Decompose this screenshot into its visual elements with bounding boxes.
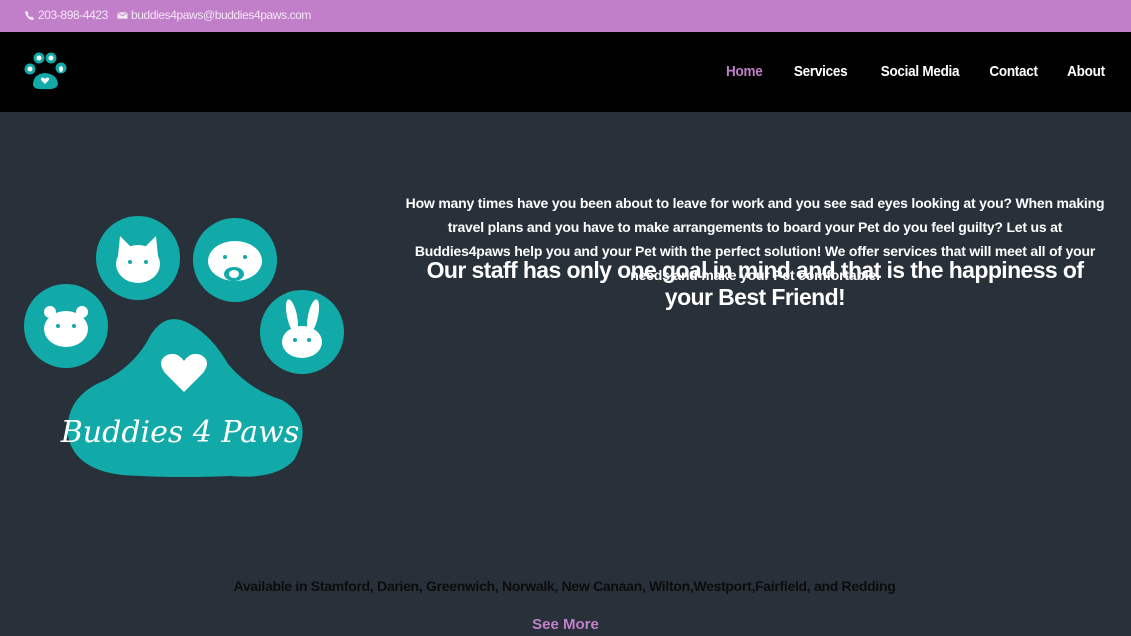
nav-about[interactable]: About <box>1067 63 1105 80</box>
main-navigation: Home Services Social Media Contact About <box>0 32 1131 112</box>
envelope-icon <box>117 11 128 19</box>
goal-heading: Our staff has only one goal in mind and … <box>426 257 1084 310</box>
nav-social-media[interactable]: Social Media <box>881 63 960 80</box>
nav-services[interactable]: Services <box>794 63 848 80</box>
phone-number: 203-898-4423 <box>38 8 108 22</box>
email-contact[interactable]: buddies4paws@buddies4paws.com <box>117 8 311 22</box>
hero-paw-logo: Buddies 4 Paws <box>24 216 344 477</box>
nav-home[interactable]: Home <box>726 63 763 80</box>
phone-icon <box>24 10 35 20</box>
nav-contact[interactable]: Contact <box>990 63 1039 80</box>
phone-contact[interactable]: 203-898-4423 <box>24 8 108 22</box>
top-bar: 203-898-4423 buddies4paws@buddies4paws.c… <box>0 0 1131 32</box>
nav-menu: Home Services Social Media Contact About <box>697 63 1105 80</box>
service-area-text: Available in Stamford, Darien, Greenwich… <box>0 578 1131 594</box>
site-logo[interactable] <box>23 52 69 92</box>
see-more-link[interactable]: See More <box>0 616 1131 633</box>
hero-logo-text: Buddies 4 Paws <box>60 415 299 450</box>
availability-text: Available in Stamford, Darien, Greenwich… <box>233 578 896 594</box>
email-address: buddies4paws@buddies4paws.com <box>131 8 312 22</box>
